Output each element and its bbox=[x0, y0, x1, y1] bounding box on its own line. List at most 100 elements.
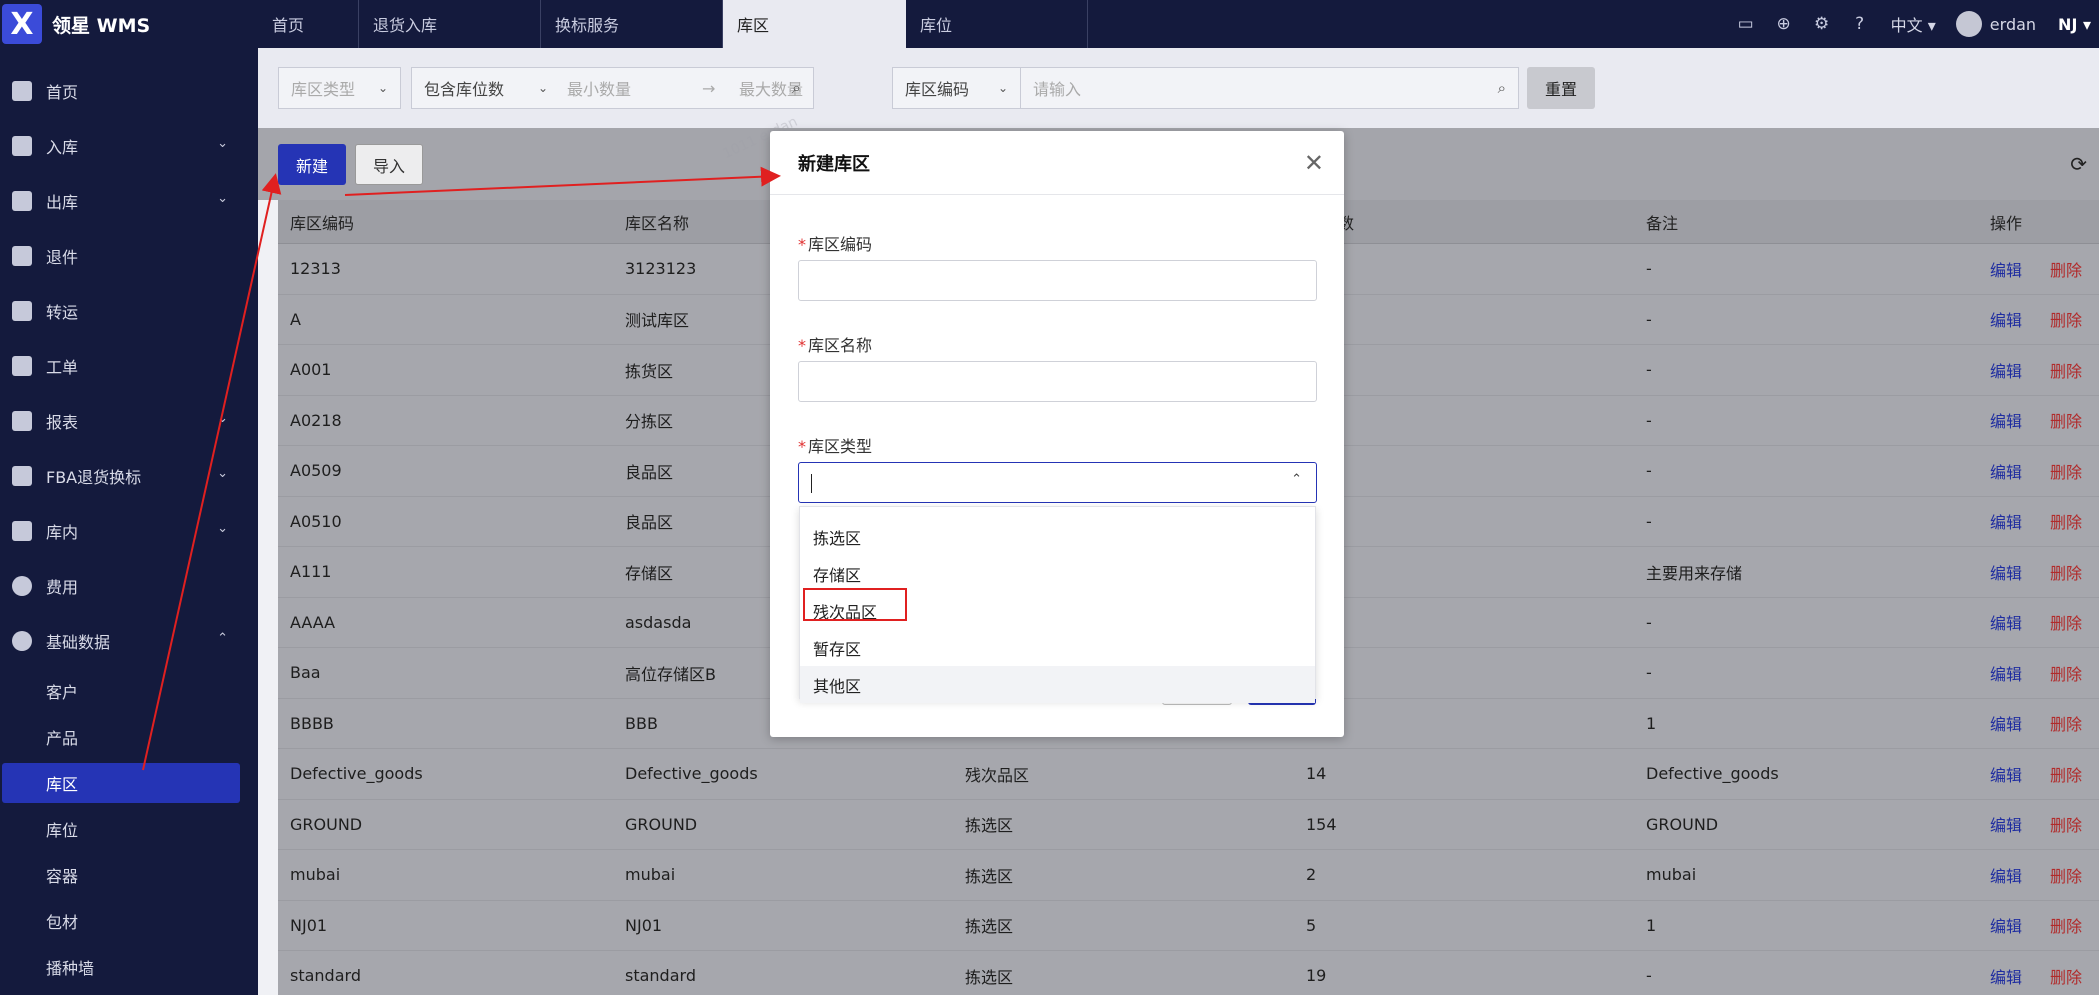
delete-link[interactable]: 删除 bbox=[2050, 509, 2082, 533]
edit-link[interactable]: 编辑 bbox=[1990, 257, 2022, 281]
edit-link[interactable]: 编辑 bbox=[1990, 964, 2022, 988]
tab-return-inbound[interactable]: 退货入库 bbox=[359, 0, 541, 48]
tab-home[interactable]: 首页 bbox=[258, 0, 359, 48]
option-other-zone[interactable]: 其他区 bbox=[800, 666, 1315, 703]
cell-code: Baa bbox=[290, 663, 321, 683]
search-icon[interactable]: ⌕ bbox=[1498, 79, 1506, 97]
sidebar-item-report[interactable]: 报表 ⌄ bbox=[0, 393, 258, 448]
delete-link[interactable]: 删除 bbox=[2050, 408, 2082, 432]
delete-link[interactable]: 删除 bbox=[2050, 257, 2082, 281]
option-staging-zone[interactable]: 暂存区 bbox=[800, 629, 1315, 666]
min-qty-input[interactable]: 最小数量 bbox=[567, 76, 631, 100]
edit-link[interactable]: 编辑 bbox=[1990, 459, 2022, 483]
sidebar-sub-customer[interactable]: 客户 bbox=[0, 668, 258, 714]
header-actions: ▭ ⊕ ⚙ ? 中文 ▾ erdan NJ ▾ bbox=[1727, 0, 2099, 48]
help-icon[interactable]: ? bbox=[1841, 0, 1879, 48]
tab-location[interactable]: 库位 bbox=[906, 0, 1088, 48]
edit-link[interactable]: 编辑 bbox=[1990, 812, 2022, 836]
zone-name-input[interactable] bbox=[798, 361, 1317, 402]
username[interactable]: erdan bbox=[1982, 15, 2050, 34]
code-field-select[interactable]: 库区编码 ⌄ bbox=[892, 67, 1021, 109]
cell-name: 测试库区 bbox=[625, 311, 690, 331]
zone-type-select[interactable]: ⌃ bbox=[798, 462, 1317, 503]
cell-location-count: 2 bbox=[1306, 865, 1317, 885]
delete-link[interactable]: 删除 bbox=[2050, 863, 2082, 887]
sidebar-sub-product[interactable]: 产品 bbox=[0, 714, 258, 760]
edit-link[interactable]: 编辑 bbox=[1990, 610, 2022, 634]
delete-link[interactable]: 删除 bbox=[2050, 459, 2082, 483]
edit-link[interactable]: 编辑 bbox=[1990, 863, 2022, 887]
edit-link[interactable]: 编辑 bbox=[1990, 408, 2022, 432]
sidebar-item-fba[interactable]: FBA退货换标 ⌄ bbox=[0, 448, 258, 503]
option-picking-zone[interactable]: 拣选区 bbox=[800, 518, 1315, 555]
avatar[interactable] bbox=[1955, 11, 1982, 37]
warehouse-select[interactable]: NJ ▾ bbox=[2050, 15, 2099, 34]
language-select[interactable]: 中文 ▾ bbox=[1879, 12, 1948, 36]
tab-zone[interactable]: 库区 bbox=[723, 0, 906, 48]
edit-link[interactable]: 编辑 bbox=[1990, 560, 2022, 584]
sidebar-item-inventory[interactable]: 库内 ⌄ bbox=[0, 503, 258, 558]
delete-link[interactable]: 删除 bbox=[2050, 762, 2082, 786]
fee-icon bbox=[12, 575, 32, 596]
import-button[interactable]: 导入 bbox=[355, 144, 423, 185]
cell-code: mubai bbox=[290, 865, 341, 885]
edit-link[interactable]: 编辑 bbox=[1990, 762, 2022, 786]
edit-link[interactable]: 编辑 bbox=[1990, 661, 2022, 685]
include-count-select[interactable]: 包含库位数 bbox=[424, 76, 504, 100]
download-icon[interactable]: ⊕ bbox=[1765, 0, 1803, 48]
sidebar-item-basedata[interactable]: 基础数据 ⌃ bbox=[0, 613, 258, 668]
sidebar-sub-sorting-wall[interactable]: 播种墙 bbox=[0, 944, 258, 990]
sidebar-item-workorder[interactable]: 工单 bbox=[0, 338, 258, 393]
close-icon[interactable]: ✕ bbox=[1304, 149, 1324, 177]
sidebar-item-label: 报表 bbox=[46, 412, 79, 432]
delete-link[interactable]: 删除 bbox=[2050, 610, 2082, 634]
inbox-icon[interactable]: ▭ bbox=[1727, 0, 1765, 48]
sidebar-sub-zone[interactable]: 库区 bbox=[2, 763, 240, 803]
cell-remark: - bbox=[1646, 360, 1652, 380]
zone-name-label-text: 库区名称 bbox=[808, 336, 873, 355]
sidebar-item-inbound[interactable]: 入库 ⌄ bbox=[0, 118, 258, 173]
delete-link[interactable]: 删除 bbox=[2050, 964, 2082, 988]
delete-link[interactable]: 删除 bbox=[2050, 560, 2082, 584]
new-button[interactable]: 新建 bbox=[278, 144, 346, 185]
refresh-icon[interactable]: ⟳ bbox=[2070, 152, 2087, 176]
dialog-title: 新建库区 bbox=[770, 131, 1344, 195]
sidebar-item-transfer[interactable]: 转运 bbox=[0, 283, 258, 338]
sidebar-item-label: 转运 bbox=[46, 302, 79, 322]
table-row: Defective_goods Defective_goods 残次品区 14 Defe… bbox=[278, 749, 2099, 800]
sidebar-item-return[interactable]: 退件 bbox=[0, 228, 258, 283]
sidebar-item-home[interactable]: 首页 bbox=[0, 63, 258, 118]
delete-link[interactable]: 删除 bbox=[2050, 812, 2082, 836]
delete-link[interactable]: 删除 bbox=[2050, 913, 2082, 937]
sidebar-sub-container[interactable]: 容器 bbox=[0, 852, 258, 898]
table-row: NJ01 NJ01 拣选区 5 1 编辑 删除 bbox=[278, 901, 2099, 951]
cell-remark: GROUND bbox=[1646, 814, 1719, 834]
sidebar-sub-packaging[interactable]: 包材 bbox=[0, 898, 258, 944]
delete-link[interactable]: 删除 bbox=[2050, 307, 2082, 331]
zone-type-label: * 库区类型 bbox=[798, 433, 872, 457]
edit-link[interactable]: 编辑 bbox=[1990, 307, 2022, 331]
warehouse-icon bbox=[12, 520, 32, 541]
delete-link[interactable]: 删除 bbox=[2050, 711, 2082, 735]
search-icon[interactable]: ⌕ bbox=[792, 78, 801, 98]
cell-remark: mubai bbox=[1646, 865, 1697, 885]
sidebar-item-fee[interactable]: 费用 bbox=[0, 558, 258, 613]
settings-icon[interactable]: ⚙ bbox=[1803, 0, 1841, 48]
zone-code-input[interactable] bbox=[798, 260, 1317, 301]
option-storage-zone[interactable]: 存储区 bbox=[800, 555, 1315, 592]
delete-link[interactable]: 删除 bbox=[2050, 358, 2082, 382]
delete-link[interactable]: 删除 bbox=[2050, 661, 2082, 685]
sidebar-item-outbound[interactable]: 出库 ⌄ bbox=[0, 173, 258, 228]
sidebar-sub-location[interactable]: 库位 bbox=[0, 806, 258, 852]
cell-name: 分拣区 bbox=[625, 412, 674, 432]
edit-link[interactable]: 编辑 bbox=[1990, 509, 2022, 533]
zone-type-filter[interactable]: 库区类型 ⌄ bbox=[278, 67, 401, 109]
tab-relabel-service[interactable]: 换标服务 bbox=[541, 0, 723, 48]
edit-link[interactable]: 编辑 bbox=[1990, 913, 2022, 937]
app-logo[interactable]: X 领星 WMS bbox=[0, 0, 258, 48]
edit-link[interactable]: 编辑 bbox=[1990, 358, 2022, 382]
cell-remark: - bbox=[1646, 410, 1652, 430]
reset-button[interactable]: 重置 bbox=[1527, 67, 1595, 109]
edit-link[interactable]: 编辑 bbox=[1990, 711, 2022, 735]
code-search-input[interactable]: 请输入 ⌕ bbox=[1020, 67, 1519, 109]
